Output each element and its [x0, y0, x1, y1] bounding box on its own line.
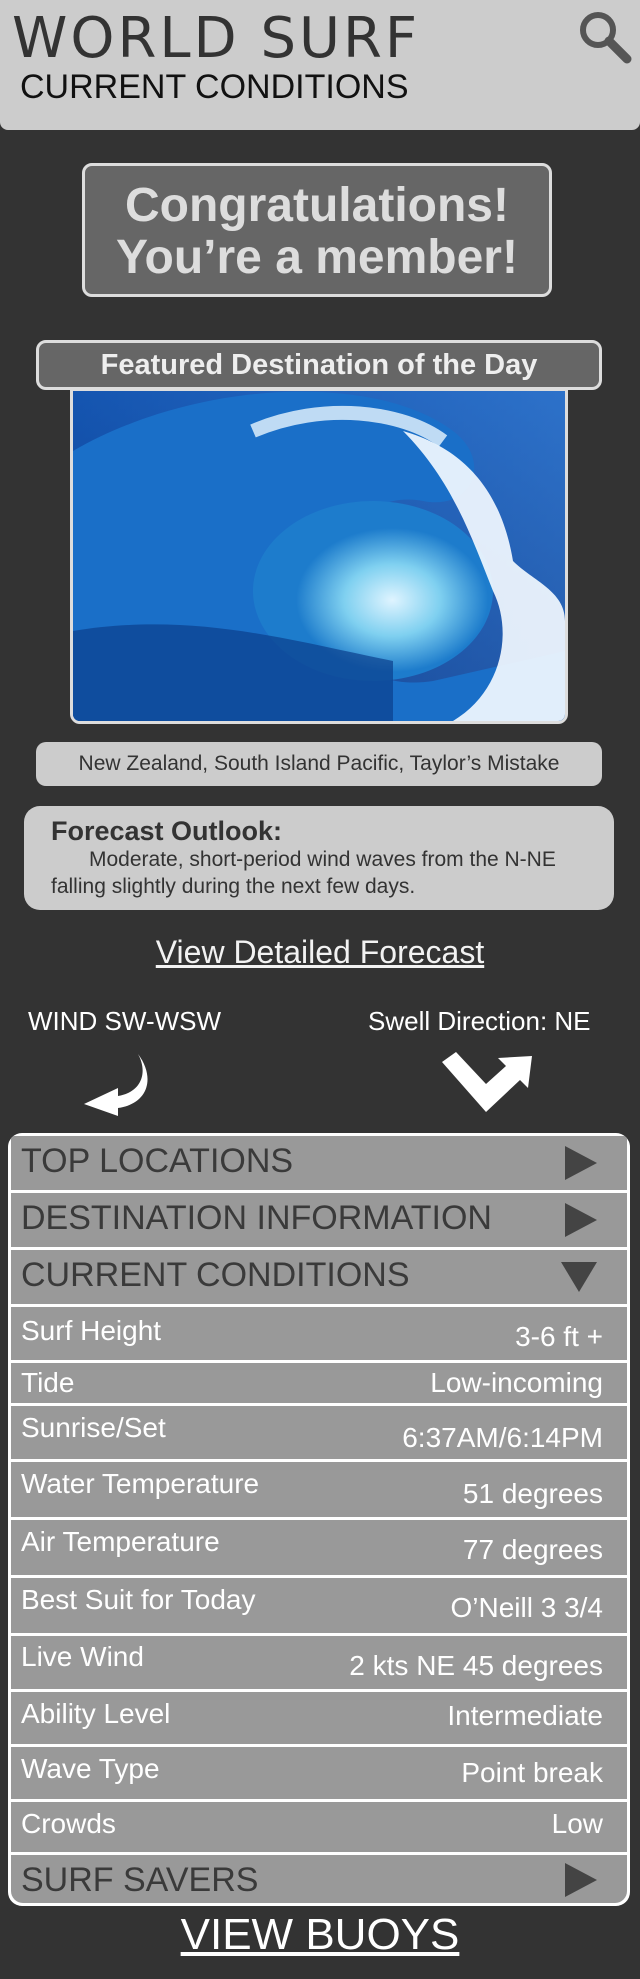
swell-direction-icon: [442, 1052, 532, 1112]
condition-value: 3-6 ft +: [515, 1321, 603, 1352]
condition-row: Sunrise/Set 6:37AM/6:14PM: [11, 1406, 627, 1459]
condition-row: Water Temperature 51 degrees: [11, 1462, 627, 1517]
wind-direction-icon: [84, 1054, 148, 1116]
chevron-right-icon: [565, 1863, 597, 1897]
condition-label: Surf Height: [21, 1315, 162, 1346]
chevron-right-icon: [565, 1146, 597, 1180]
section-destination-information[interactable]: DESTINATION INFORMATION: [11, 1193, 627, 1247]
page-subtitle: CURRENT CONDITIONS: [20, 68, 409, 106]
condition-value: 77 degrees: [462, 1534, 603, 1565]
featured-image[interactable]: [70, 388, 568, 724]
featured-title: Featured Destination of the Day: [36, 340, 602, 390]
section-label: TOP LOCATIONS: [21, 1142, 294, 1180]
condition-label: Best Suit for Today: [21, 1584, 256, 1615]
condition-label: Water Temperature: [21, 1468, 260, 1499]
app-title: WORLD SURF: [12, 6, 421, 71]
featured-location: New Zealand, South Island Pacific, Taylo…: [36, 742, 602, 786]
view-buoys-link[interactable]: VIEW BUOYS: [0, 1910, 640, 1960]
condition-value: 6:37AM/6:14PM: [402, 1422, 603, 1453]
conditions-panel: TOP LOCATIONS DESTINATION INFORMATION CU…: [8, 1133, 630, 1906]
section-label: SURF SAVERS: [21, 1861, 259, 1899]
condition-row: Best Suit for Today O’Neill 3 3/4: [11, 1578, 627, 1633]
condition-value: O’Neill 3 3/4: [450, 1592, 603, 1623]
condition-value: Point break: [461, 1757, 603, 1788]
section-surf-savers[interactable]: SURF SAVERS: [11, 1855, 627, 1903]
condition-value: Low-incoming: [430, 1367, 603, 1398]
condition-value: 51 degrees: [462, 1478, 603, 1509]
app-header: WORLD SURF CURRENT CONDITIONS: [0, 0, 640, 130]
condition-label: Live Wind: [21, 1641, 144, 1672]
condition-row: Surf Height 3-6 ft +: [11, 1307, 627, 1360]
condition-value: Low: [551, 1808, 603, 1839]
condition-label: Air Temperature: [21, 1526, 220, 1557]
condition-label: Sunrise/Set: [21, 1412, 166, 1443]
chevron-down-icon: [561, 1262, 597, 1292]
condition-row: Crowds Low: [11, 1802, 627, 1852]
condition-value: 2 kts NE 45 degrees: [349, 1650, 603, 1681]
condition-label: Tide: [21, 1367, 75, 1398]
condition-row: Air Temperature 77 degrees: [11, 1520, 627, 1575]
forecast-title: Forecast Outlook:: [51, 816, 283, 846]
condition-row: Ability Level Intermediate: [11, 1692, 627, 1744]
section-top-locations[interactable]: TOP LOCATIONS: [11, 1136, 627, 1190]
condition-row: Tide Low-incoming: [11, 1363, 627, 1403]
condition-label: Wave Type: [21, 1753, 160, 1784]
condition-label: Ability Level: [21, 1698, 171, 1729]
condition-row: Wave Type Point break: [11, 1747, 627, 1799]
wind-direction-label: WIND SW-WSW: [28, 1006, 222, 1036]
chevron-right-icon: [565, 1203, 597, 1237]
banner-line-2: You’re a member!: [116, 231, 518, 284]
condition-row: Live Wind 2 kts NE 45 degrees: [11, 1636, 627, 1689]
section-label: DESTINATION INFORMATION: [21, 1199, 492, 1237]
condition-label: Crowds: [21, 1808, 116, 1839]
forecast-text: Moderate, short-period wind waves from t…: [51, 848, 556, 898]
banner-line-1: Congratulations!: [125, 179, 509, 232]
forecast-outlook: Forecast Outlook: Moderate, short-period…: [24, 806, 614, 910]
section-label: CURRENT CONDITIONS: [21, 1256, 410, 1294]
condition-value: Intermediate: [447, 1700, 603, 1731]
search-icon[interactable]: [576, 8, 632, 64]
member-banner: Congratulations! You’re a member!: [82, 163, 552, 297]
swell-direction-label: Swell Direction: NE: [368, 1006, 591, 1036]
view-detailed-forecast-link[interactable]: View Detailed Forecast: [0, 934, 640, 971]
section-current-conditions[interactable]: CURRENT CONDITIONS: [11, 1250, 627, 1304]
